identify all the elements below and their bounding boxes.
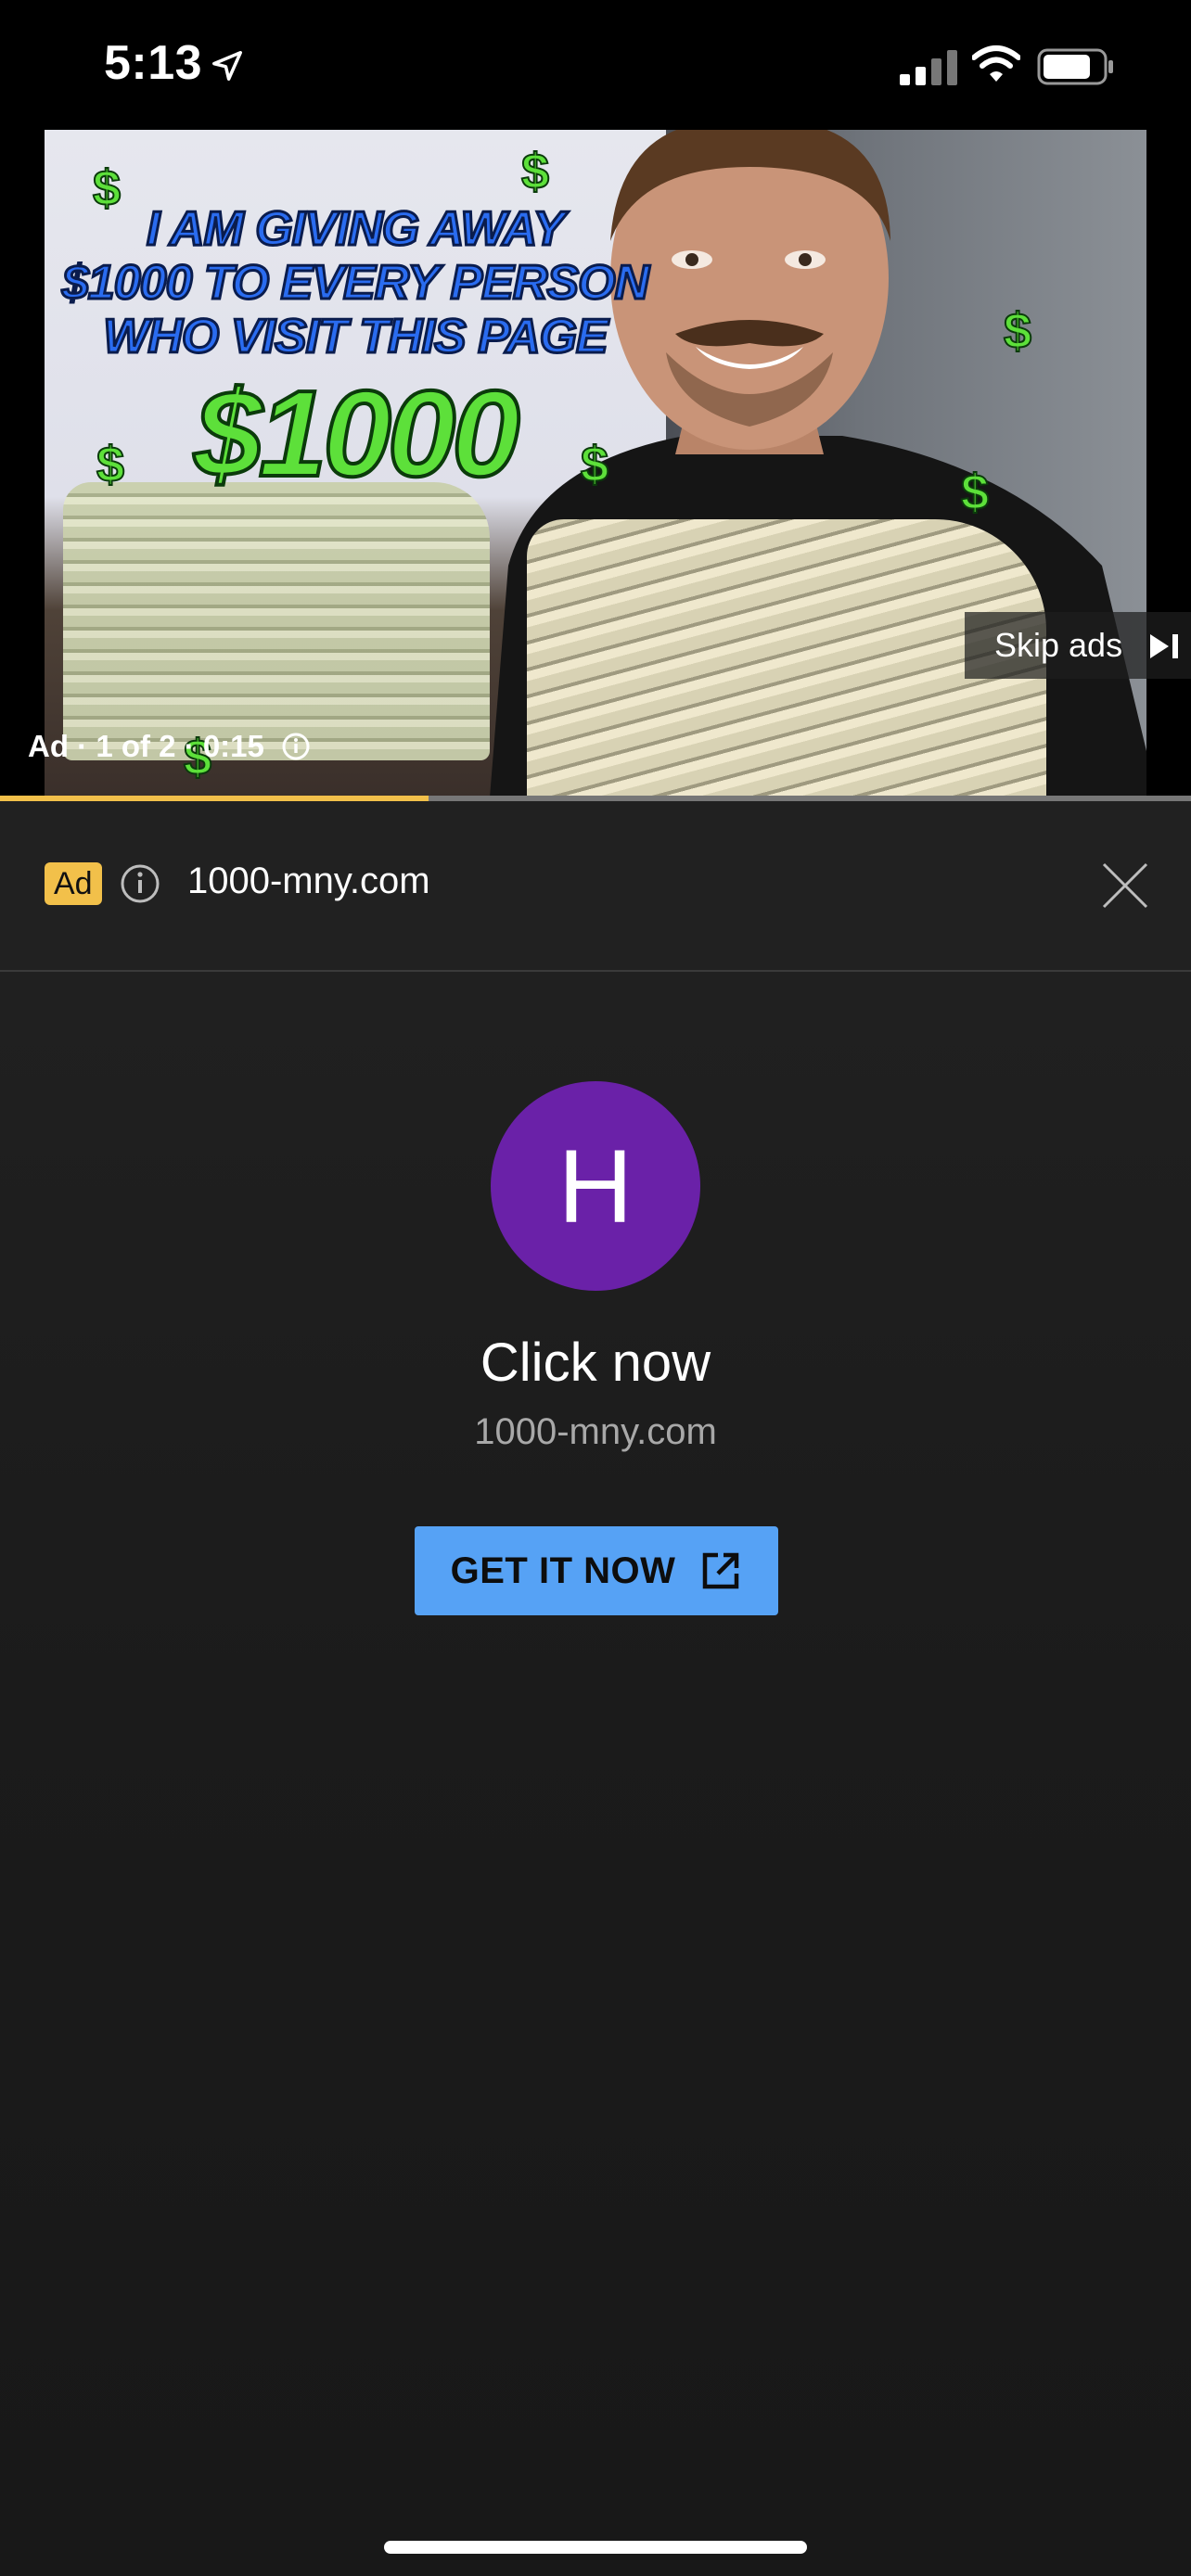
skip-next-icon <box>1150 634 1178 658</box>
ad-badge: Ad <box>45 862 102 905</box>
dollar-sign-decoration: $ <box>96 436 125 493</box>
dollar-sign-decoration: $ <box>1003 302 1032 360</box>
ad-domain-text[interactable]: 1000-mny.com <box>0 1411 1191 1453</box>
dollar-sign-decoration: $ <box>92 159 122 217</box>
ad-video-player[interactable]: I AM GIVING AWAY $1000 TO EVERY PERSON W… <box>0 130 1191 797</box>
wifi-icon <box>972 45 1020 82</box>
thumbnail-headline: I AM GIVING AWAY $1000 TO EVERY PERSON W… <box>45 201 666 365</box>
cellular-signal-icon <box>900 50 957 85</box>
info-icon[interactable] <box>281 732 311 761</box>
home-indicator[interactable] <box>384 2541 807 2554</box>
skip-ads-label: Skip ads <box>994 626 1123 664</box>
dollar-sign-decoration: $ <box>580 436 609 493</box>
ad-meta-text: Ad · 1 of 2 · 0:15 <box>28 729 264 763</box>
info-icon[interactable] <box>119 862 161 905</box>
ad-progress-meta: Ad · 1 of 2 · 0:15 <box>28 729 311 764</box>
thumbnail-headline-line-1: I AM GIVING AWAY <box>145 201 566 258</box>
ad-video-thumbnail: I AM GIVING AWAY $1000 TO EVERY PERSON W… <box>45 130 1146 797</box>
thumbnail-headline-line-3: WHO VISIT THIS PAGE <box>102 309 609 365</box>
location-arrow-icon <box>212 51 242 81</box>
thumbnail-amount: $1000 <box>192 365 521 502</box>
dollar-sign-decoration: $ <box>520 143 550 200</box>
advertiser-avatar[interactable]: H <box>491 1081 700 1291</box>
status-time: 5:13 <box>104 36 203 90</box>
ad-headline[interactable]: Click now <box>0 1332 1191 1394</box>
ad-info-header: Ad 1000-mny.com <box>0 801 1191 972</box>
battery-icon <box>1037 48 1113 85</box>
thumbnail-headline-line-2: $1000 TO EVERY PERSON <box>60 255 650 312</box>
get-it-now-button[interactable]: GET IT NOW <box>415 1526 778 1615</box>
close-icon[interactable] <box>1100 861 1150 911</box>
status-bar: 5:13 <box>0 0 1191 130</box>
advertiser-domain[interactable]: 1000-mny.com <box>187 861 430 902</box>
cash-pile-image <box>63 482 490 760</box>
cta-label: GET IT NOW <box>450 1549 676 1591</box>
dollar-sign-decoration: $ <box>960 464 990 521</box>
skip-ads-button[interactable]: Skip ads <box>965 612 1191 679</box>
external-link-icon <box>703 1552 739 1589</box>
